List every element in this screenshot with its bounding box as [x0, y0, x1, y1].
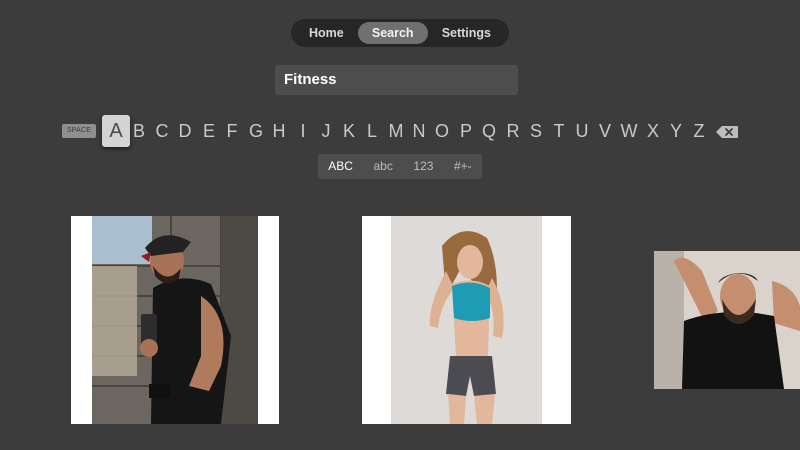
- key-c[interactable]: C: [151, 119, 173, 143]
- key-s[interactable]: S: [525, 119, 547, 143]
- key-g[interactable]: G: [245, 119, 267, 143]
- key-z[interactable]: Z: [688, 119, 710, 143]
- key-w[interactable]: W: [618, 119, 640, 143]
- key-l[interactable]: L: [361, 119, 383, 143]
- key-x[interactable]: X: [642, 119, 664, 143]
- tab-settings[interactable]: Settings: [428, 22, 505, 44]
- man-selfie-photo: [71, 216, 279, 424]
- key-b[interactable]: B: [128, 119, 150, 143]
- mode-numbers[interactable]: 123: [407, 154, 439, 179]
- backspace-icon[interactable]: [715, 125, 739, 139]
- result-man-selfie[interactable]: [71, 216, 279, 424]
- key-d[interactable]: D: [174, 119, 196, 143]
- key-u[interactable]: U: [571, 119, 593, 143]
- key-j[interactable]: J: [315, 119, 337, 143]
- key-k[interactable]: K: [338, 119, 360, 143]
- top-tab-bar: Home Search Settings: [291, 19, 509, 47]
- key-n[interactable]: N: [408, 119, 430, 143]
- key-t[interactable]: T: [548, 119, 570, 143]
- key-o[interactable]: O: [431, 119, 453, 143]
- tab-search[interactable]: Search: [357, 22, 428, 44]
- key-q[interactable]: Q: [478, 119, 500, 143]
- letter-row: BCDEFGHIJKLMNOPQRSTUVWXYZ: [0, 119, 800, 143]
- result-man-bearded[interactable]: [654, 251, 800, 389]
- key-v[interactable]: V: [594, 119, 616, 143]
- tab-home[interactable]: Home: [295, 22, 358, 44]
- key-y[interactable]: Y: [665, 119, 687, 143]
- key-e[interactable]: E: [198, 119, 220, 143]
- keyboard-mode-switcher: ABC abc 123 #+-: [318, 154, 482, 179]
- key-i[interactable]: I: [292, 119, 314, 143]
- key-f[interactable]: F: [221, 119, 243, 143]
- woman-fitness-photo: [362, 216, 571, 424]
- mode-symbols[interactable]: #+-: [448, 154, 478, 179]
- result-woman-fitness[interactable]: [362, 216, 571, 424]
- bearded-man-photo: [654, 251, 800, 389]
- key-m[interactable]: M: [385, 119, 407, 143]
- mode-uppercase[interactable]: ABC: [322, 154, 359, 179]
- key-p[interactable]: P: [455, 119, 477, 143]
- mode-lowercase[interactable]: abc: [368, 154, 399, 179]
- key-h[interactable]: H: [268, 119, 290, 143]
- key-r[interactable]: R: [502, 119, 524, 143]
- search-input[interactable]: Fitness: [275, 65, 518, 95]
